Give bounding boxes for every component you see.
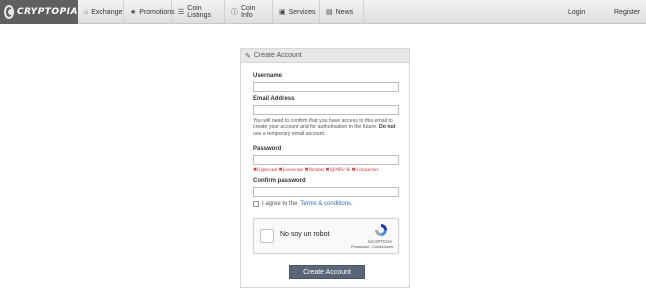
create-account-panel: ✎ Create Account Username Email Address … <box>240 48 410 288</box>
panel-heading: ✎ Create Account <box>241 49 409 63</box>
recaptcha-links[interactable]: Privacidad - Condiciones <box>351 245 393 249</box>
nav-promotions[interactable]: ★ Promotions <box>124 0 175 24</box>
nav-services[interactable]: ▣ Services <box>273 0 320 24</box>
briefcase-icon: ▣ <box>279 9 286 16</box>
nav-services-label: Services <box>288 8 316 16</box>
recaptcha-checkbox[interactable] <box>260 229 274 243</box>
edit-icon: ✎ <box>245 52 251 60</box>
recaptcha-logo-icon <box>375 224 387 236</box>
cryptopia-logo[interactable]: CRYPTOPIA <box>0 0 78 24</box>
username-input[interactable] <box>253 82 399 92</box>
register-link[interactable]: Register <box>606 0 646 24</box>
terms-checkbox[interactable] <box>253 201 259 207</box>
recaptcha-widget: No soy un robot reCAPTCHA Privacidad - C… <box>253 218 399 254</box>
password-label: Password <box>253 146 282 152</box>
nav-coin-listings-label: Coin Listings <box>187 5 212 19</box>
newspaper-icon: ▤ <box>326 9 333 16</box>
email-help-text: You will need to confirm that you have a… <box>253 118 399 137</box>
star-icon: ★ <box>130 9 137 16</box>
terms-agreement: I agree to the Terms & conditions. <box>253 201 353 207</box>
nav-news[interactable]: ▤ News <box>320 0 364 24</box>
nav-news-label: News <box>335 8 354 16</box>
email-help-part-2: use a temporary email account. <box>253 130 326 137</box>
email-help-part-1: You will need to confirm that you have a… <box>253 118 393 131</box>
email-input[interactable] <box>253 105 399 115</box>
confirm-password-label: Confirm password <box>253 178 306 184</box>
username-label: Username <box>253 73 283 79</box>
panel-title: Create Account <box>253 52 302 59</box>
top-navbar: CRYPTOPIA ⌂ Exchange ★ Promotions ☰ Coin… <box>0 0 646 24</box>
logo-text: CRYPTOPIA <box>16 7 78 17</box>
confirm-password-input[interactable] <box>253 187 399 197</box>
create-account-button[interactable]: Create Account <box>289 265 365 279</box>
password-requirements: ✖Uppercase ✖Lowercase ✖Number ✖!@#$%^& ✖… <box>253 168 379 173</box>
database-icon: ☰ <box>178 9 185 16</box>
email-help-bold: Do not <box>379 124 396 131</box>
nav-coin-listings[interactable]: ☰ Coin Listings <box>172 0 225 24</box>
email-label: Email Address <box>253 96 295 102</box>
info-icon: ⓘ <box>231 9 238 16</box>
recaptcha-label: No soy un robot <box>280 231 330 238</box>
agree-suffix: . <box>351 201 353 207</box>
nav-coin-info[interactable]: ⓘ Coin Info <box>225 0 273 24</box>
nav-exchange-label: Exchange <box>91 8 123 16</box>
logo-mark-icon <box>4 5 14 19</box>
terms-link[interactable]: Terms & conditions. <box>300 201 352 207</box>
nav-promotions-label: Promotions <box>139 8 175 16</box>
recaptcha-brand: reCAPTCHA <box>367 239 392 244</box>
terms-link-text: Terms & conditions <box>300 201 352 207</box>
nav-coin-info-label: Coin Info <box>241 5 256 19</box>
password-input[interactable] <box>253 155 399 165</box>
login-link[interactable]: Login <box>560 0 593 24</box>
agree-prefix: I agree to the <box>262 201 298 207</box>
nav-exchange[interactable]: ⌂ Exchange <box>78 0 124 24</box>
home-icon: ⌂ <box>84 8 89 16</box>
